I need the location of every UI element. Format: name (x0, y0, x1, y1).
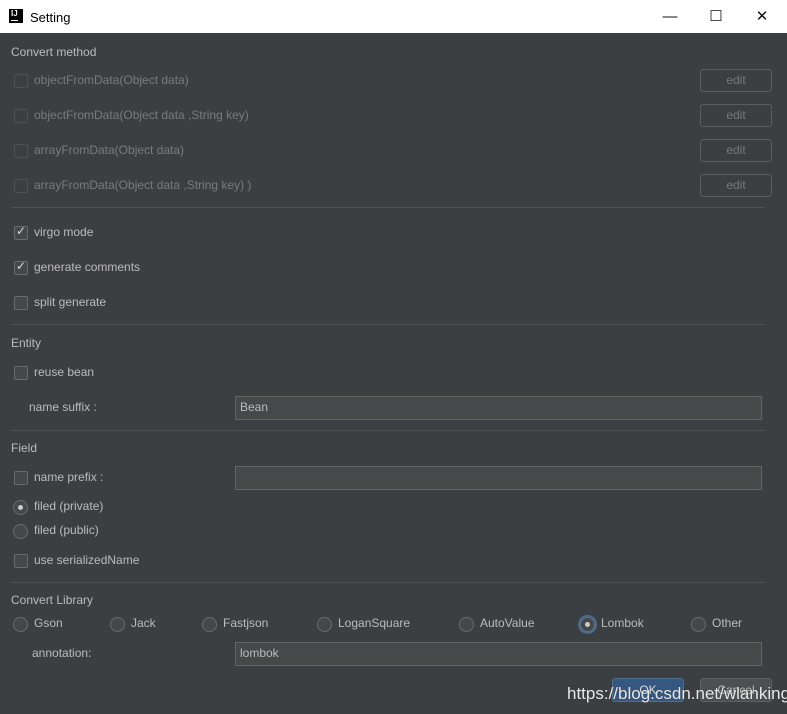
label-logansquare: LoganSquare (338, 616, 411, 630)
edit-button-4[interactable]: edit (700, 174, 772, 197)
label-other: Other (712, 616, 743, 630)
label-filed-public: filed (public) (34, 523, 99, 537)
label-object-from-data-key: objectFromData(Object data ,String key) (34, 108, 249, 122)
name-prefix-input[interactable] (235, 466, 762, 490)
checkbox-array-from-data-key[interactable] (14, 179, 28, 193)
checkbox-generate-comments[interactable] (14, 259, 28, 275)
divider (11, 582, 765, 583)
checkbox-reuse-bean[interactable] (14, 366, 28, 380)
checkbox-object-from-data[interactable] (14, 74, 28, 88)
radio-other[interactable] (691, 617, 706, 632)
divider (11, 324, 765, 325)
watermark: https://blog.csdn.net/wlanking (567, 684, 787, 703)
window-title: Setting (30, 10, 71, 25)
label-jack: Jack (131, 616, 156, 630)
radio-lombok[interactable] (580, 617, 595, 632)
label-name-suffix: name suffix : (29, 400, 97, 414)
label-filed-private: filed (private) (34, 499, 104, 513)
intellij-logo-icon: IJ (9, 9, 23, 23)
checkbox-name-prefix[interactable] (14, 471, 28, 485)
name-suffix-input[interactable]: Bean (235, 396, 762, 420)
checkbox-use-serialized-name[interactable] (14, 554, 28, 568)
label-use-serialized-name: use serializedName (34, 553, 140, 567)
label-split-generate: split generate (34, 295, 107, 309)
edit-button-3[interactable]: edit (700, 139, 772, 162)
radio-filed-private[interactable] (13, 500, 28, 515)
label-virgo-mode: virgo mode (34, 225, 94, 239)
maximize-button[interactable]: ☐ (701, 6, 731, 28)
checkbox-array-from-data[interactable] (14, 144, 28, 158)
close-button[interactable]: ✕ (747, 6, 777, 28)
radio-fastjson[interactable] (202, 617, 217, 632)
radio-filed-public[interactable] (13, 524, 28, 539)
field-heading: Field (11, 441, 38, 455)
checkbox-virgo-mode[interactable] (14, 224, 28, 240)
label-lombok: Lombok (601, 616, 644, 630)
divider (11, 207, 765, 208)
entity-heading: Entity (11, 336, 42, 350)
checkbox-object-from-data-key[interactable] (14, 109, 28, 123)
convert-method-heading: Convert method (11, 45, 97, 59)
radio-logansquare[interactable] (317, 617, 332, 632)
label-array-from-data: arrayFromData(Object data) (34, 143, 185, 157)
label-gson: Gson (34, 616, 63, 630)
convert-library-heading: Convert Library (11, 593, 94, 607)
label-array-from-data-key: arrayFromData(Object data ,String key) ) (34, 178, 252, 192)
label-generate-comments: generate comments (34, 260, 141, 274)
label-autovalue: AutoValue (480, 616, 535, 630)
minimize-button[interactable]: — (655, 6, 685, 28)
radio-jack[interactable] (110, 617, 125, 632)
label-reuse-bean: reuse bean (34, 365, 95, 379)
label-name-prefix: name prefix : (34, 470, 104, 484)
divider (11, 430, 765, 431)
title-bar: IJ Setting — ☐ ✕ (0, 0, 787, 33)
label-annotation: annotation: (32, 646, 92, 660)
edit-button-2[interactable]: edit (700, 104, 772, 127)
label-object-from-data: objectFromData(Object data) (34, 73, 189, 87)
checkbox-split-generate[interactable] (14, 296, 28, 310)
radio-autovalue[interactable] (459, 617, 474, 632)
radio-gson[interactable] (13, 617, 28, 632)
edit-button-1[interactable]: edit (700, 69, 772, 92)
label-fastjson: Fastjson (223, 616, 269, 630)
annotation-input[interactable]: lombok (235, 642, 762, 666)
